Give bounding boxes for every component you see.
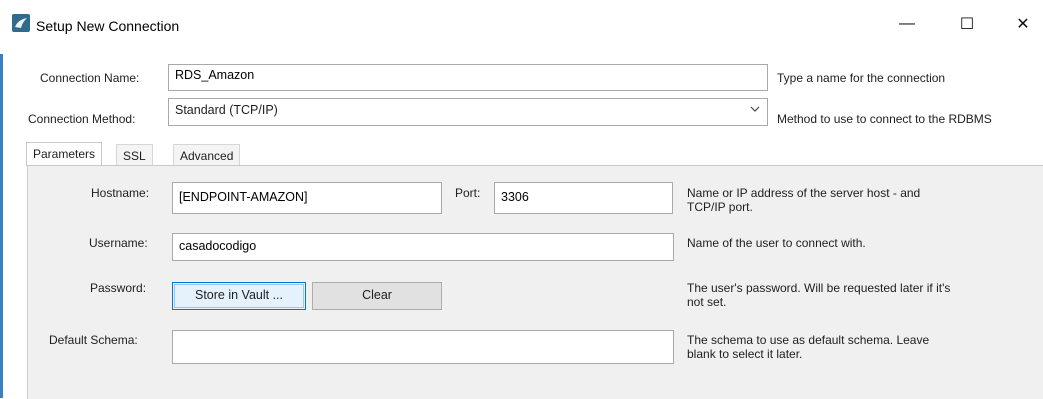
password-help-line1: The user's password. Will be requested l… (687, 281, 951, 295)
chevron-down-icon (749, 103, 761, 118)
connection-method-help: Method to use to connect to the RDBMS (777, 112, 992, 126)
hostname-label: Hostname: (91, 186, 150, 200)
clear-password-button[interactable]: Clear (312, 282, 442, 310)
connection-name-input[interactable]: RDS_Amazon (168, 64, 768, 91)
connection-name-label: Connection Name: (40, 71, 140, 85)
hostname-help-line1: Name or IP address of the server host - … (687, 186, 921, 200)
port-input[interactable]: 3306 (494, 182, 673, 214)
maximize-button[interactable]: ☐ (944, 8, 990, 40)
hostname-help: Name or IP address of the server host - … (687, 186, 920, 214)
connection-method-value: Standard (TCP/IP) (175, 103, 278, 117)
mysql-workbench-dolphin-icon (12, 14, 30, 32)
username-input[interactable]: casadocodigo (172, 233, 674, 261)
connection-method-label: Connection Method: (28, 112, 136, 126)
port-label: Port: (455, 186, 481, 200)
store-in-vault-button[interactable]: Store in Vault ... (172, 282, 306, 310)
hostname-input[interactable]: [ENDPOINT-AMAZON] (172, 182, 442, 214)
username-help: Name of the user to connect with. (687, 236, 866, 250)
hostname-help-line2: TCP/IP port. (687, 200, 753, 214)
password-help-line2: not set. (687, 295, 727, 309)
username-label: Username: (89, 236, 148, 250)
password-label: Password: (90, 281, 147, 295)
default-schema-input[interactable] (172, 330, 674, 364)
default-schema-help: The schema to use as default schema. Lea… (687, 333, 929, 361)
default-schema-help-line2: blank to select it later. (687, 347, 803, 361)
window-title: Setup New Connection (36, 18, 180, 34)
window-edge (0, 54, 3, 398)
password-help: The user's password. Will be requested l… (687, 281, 950, 309)
tab-ssl[interactable]: SSL (116, 144, 153, 166)
close-button[interactable]: ✕ (1000, 8, 1043, 40)
default-schema-label: Default Schema: (49, 333, 138, 347)
default-schema-help-line1: The schema to use as default schema. Lea… (687, 333, 930, 347)
connection-method-select[interactable]: Standard (TCP/IP) (168, 98, 768, 126)
connection-name-help: Type a name for the connection (777, 71, 946, 85)
tab-parameters[interactable]: Parameters (26, 142, 103, 166)
tab-advanced[interactable]: Advanced (173, 144, 241, 166)
minimize-button[interactable]: — (884, 8, 930, 40)
